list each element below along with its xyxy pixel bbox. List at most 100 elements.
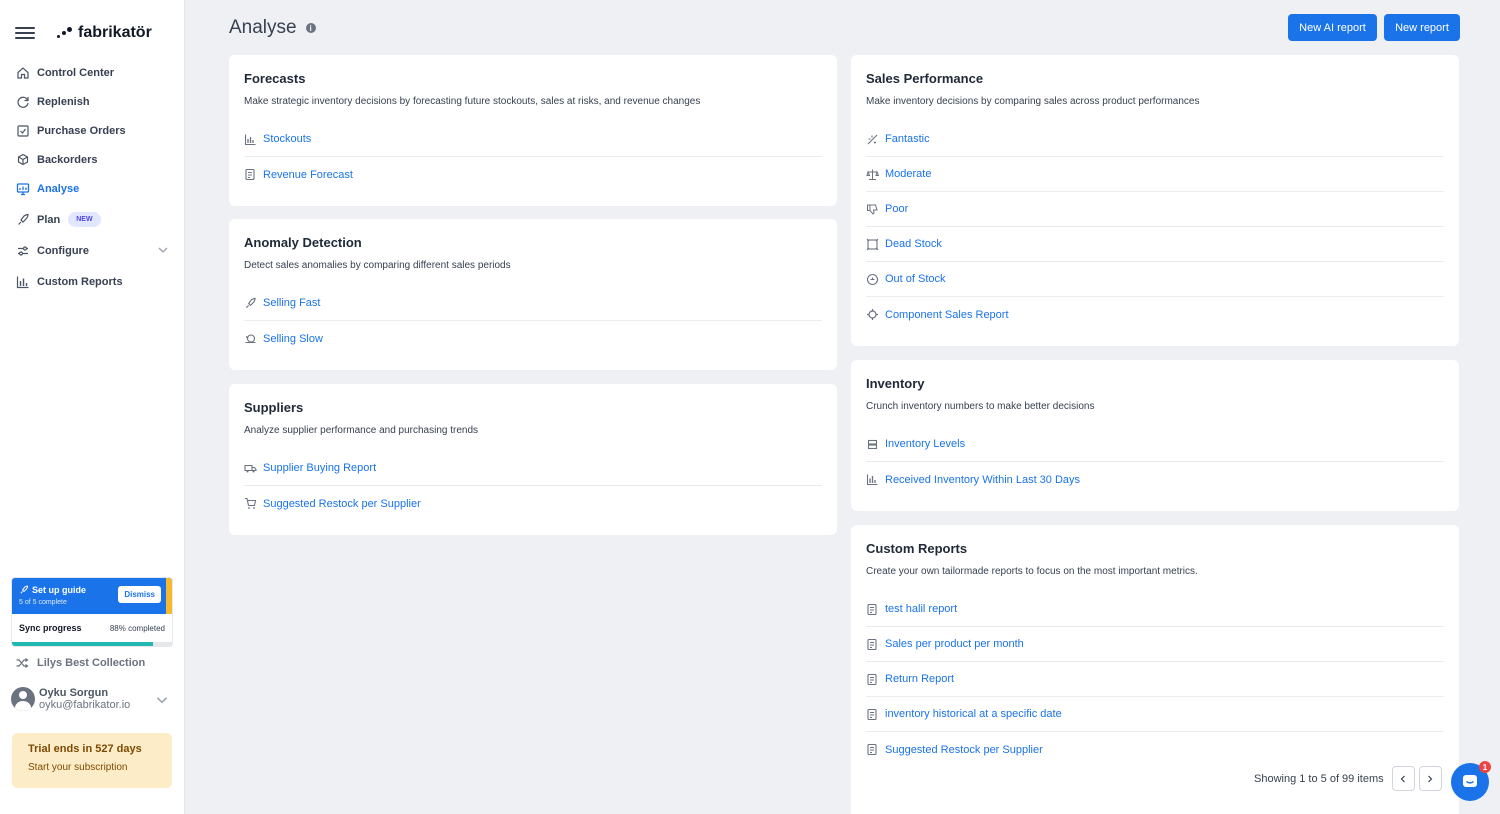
report-link-test-halil[interactable]: test halil report <box>866 592 1444 627</box>
chevron-right-icon <box>1428 775 1433 782</box>
user-menu[interactable]: Oyku Sorgun oyku@fabrikator.io <box>11 687 173 711</box>
sidebar-item-backorders[interactable]: Backorders <box>0 145 185 174</box>
chevron-down-icon[interactable] <box>157 244 169 256</box>
out-of-stock-icon <box>866 273 879 286</box>
setup-guide-card: Set up guide 5 of 5 complete Dismiss Syn… <box>11 577 173 647</box>
sidebar-item-label: Plan <box>37 213 61 226</box>
report-link-revenue-forecast[interactable]: Revenue Forecast <box>244 157 822 192</box>
report-link-label: Component Sales Report <box>885 308 1009 321</box>
card-title: Custom Reports <box>866 541 968 556</box>
thumbs-down-icon <box>866 203 879 216</box>
report-link-stockouts[interactable]: Stockouts <box>244 122 822 157</box>
chat-launcher[interactable]: 1 <box>1451 761 1491 801</box>
card-title: Sales Performance <box>866 71 984 86</box>
sliders-icon <box>16 244 30 258</box>
sync-progress-label: Sync progress <box>19 623 82 633</box>
report-link-fantastic[interactable]: Fantastic <box>866 122 1444 157</box>
report-icon <box>866 673 879 686</box>
chevron-down-icon[interactable] <box>155 693 169 707</box>
report-link-dead-stock[interactable]: Dead Stock <box>866 227 1444 262</box>
pagination-summary: Showing 1 to 5 of 99 items <box>1254 772 1384 785</box>
component-icon <box>866 308 879 321</box>
next-page-button[interactable] <box>1418 766 1442 791</box>
report-link-supplier-buying[interactable]: Supplier Buying Report <box>244 451 822 486</box>
trial-title: Trial ends in 527 days <box>28 743 142 755</box>
logo[interactable]: fabrikatör <box>57 24 152 42</box>
report-icon <box>244 168 257 181</box>
setup-guide-subtitle: 5 of 5 complete <box>19 599 67 606</box>
report-link-label: Fantastic <box>885 133 930 145</box>
sidebar-item-plan[interactable]: Plan NEW <box>0 203 185 236</box>
anomaly-detection-card: Anomaly Detection Detect sales anomalies… <box>229 219 837 370</box>
info-icon[interactable]: i <box>305 23 316 33</box>
sidebar-item-purchase-orders[interactable]: Purchase Orders <box>0 116 185 145</box>
suppliers-card: Suppliers Analyze supplier performance a… <box>229 384 837 535</box>
new-report-button[interactable]: New report <box>1384 14 1460 41</box>
sidebar-item-configure[interactable]: Configure <box>0 236 185 266</box>
sidebar-item-label: Backorders <box>37 153 98 166</box>
logo-mark-icon <box>57 27 73 39</box>
dismiss-button[interactable]: Dismiss <box>118 586 161 603</box>
store-name: Lilys Best Collection <box>37 657 146 669</box>
sidebar: fabrikatör Control Center Replenish Purc… <box>0 0 185 814</box>
report-link-label: Dead Stock <box>885 238 942 250</box>
sync-progress-bar <box>12 642 172 646</box>
new-badge: NEW <box>68 212 101 227</box>
report-icon <box>866 708 879 721</box>
report-link-label: Selling Fast <box>263 297 321 309</box>
refresh-icon <box>16 95 30 109</box>
report-link-selling-slow[interactable]: Selling Slow <box>244 321 822 356</box>
sidebar-item-label: Configure <box>37 245 89 257</box>
report-link-label: Inventory Levels <box>885 438 966 450</box>
new-ai-report-button[interactable]: New AI report <box>1288 14 1377 41</box>
forecasts-card: Forecasts Make strategic inventory decis… <box>229 55 837 206</box>
page-title: Analyse i <box>229 17 316 39</box>
sidebar-item-replenish[interactable]: Replenish <box>0 87 185 116</box>
sync-progress-row: Sync progress 88% completed <box>12 614 172 642</box>
rocket-icon <box>244 297 257 310</box>
sidebar-item-label: Purchase Orders <box>37 124 126 137</box>
snail-icon <box>244 332 257 345</box>
card-description: Analyze supplier performance and purchas… <box>244 425 479 436</box>
sidebar-item-analyse[interactable]: Analyse <box>0 174 185 203</box>
truck-icon <box>244 462 257 475</box>
report-link-label: inventory historical at a specific date <box>885 708 1062 720</box>
sidebar-item-label: Replenish <box>37 95 90 108</box>
report-link-out-of-stock[interactable]: Out of Stock <box>866 262 1444 297</box>
report-link-selling-fast[interactable]: Selling Fast <box>244 286 822 321</box>
sync-progress-percent: 88% completed <box>109 623 165 633</box>
report-link-component-sales[interactable]: Component Sales Report <box>866 297 1444 332</box>
dead-stock-icon <box>866 238 879 251</box>
pagination: Showing 1 to 5 of 99 items <box>1254 766 1446 791</box>
trial-banner[interactable]: Trial ends in 527 days Start your subscr… <box>12 733 172 788</box>
sidebar-item-label: Analyse <box>37 182 80 195</box>
store-switcher[interactable]: Lilys Best Collection <box>15 656 145 670</box>
report-link-sales-per-product[interactable]: Sales per product per month <box>866 627 1444 662</box>
card-description: Detect sales anomalies by comparing diff… <box>244 260 511 271</box>
scale-icon <box>866 168 879 181</box>
start-subscription-link[interactable]: Start your subscription <box>28 762 156 773</box>
logo-text: fabrikatör <box>78 24 152 41</box>
chevron-left-icon <box>1400 775 1406 782</box>
sidebar-item-control-center[interactable]: Control Center <box>0 58 185 87</box>
report-link-return-report[interactable]: Return Report <box>866 662 1444 697</box>
report-link-label: Sales per product per month <box>885 638 1024 650</box>
report-link-label: Suggested Restock per Supplier <box>263 497 421 510</box>
report-link-received-inventory[interactable]: Received Inventory Within Last 30 Days <box>866 462 1444 497</box>
sync-progress-fill <box>12 642 153 646</box>
report-link-inventory-levels[interactable]: Inventory Levels <box>866 427 1444 462</box>
rocket-icon <box>20 585 29 594</box>
report-link-suggested-restock-custom[interactable]: Suggested Restock per Supplier <box>866 732 1444 767</box>
report-link-moderate[interactable]: Moderate <box>866 157 1444 192</box>
monitor-chart-icon <box>16 182 30 196</box>
report-link-poor[interactable]: Poor <box>866 192 1444 227</box>
user-name: Oyku Sorgun <box>39 687 109 699</box>
menu-icon[interactable] <box>15 27 35 39</box>
previous-page-button[interactable] <box>1391 766 1415 791</box>
report-link-inventory-historical[interactable]: inventory historical at a specific date <box>866 697 1444 732</box>
sidebar-item-label: Custom Reports <box>37 276 123 288</box>
sparkle-icon <box>866 133 879 146</box>
sidebar-item-custom-reports[interactable]: Custom Reports <box>0 266 185 298</box>
report-link-label: Poor <box>885 203 909 215</box>
report-link-suggested-restock[interactable]: Suggested Restock per Supplier <box>244 486 822 521</box>
